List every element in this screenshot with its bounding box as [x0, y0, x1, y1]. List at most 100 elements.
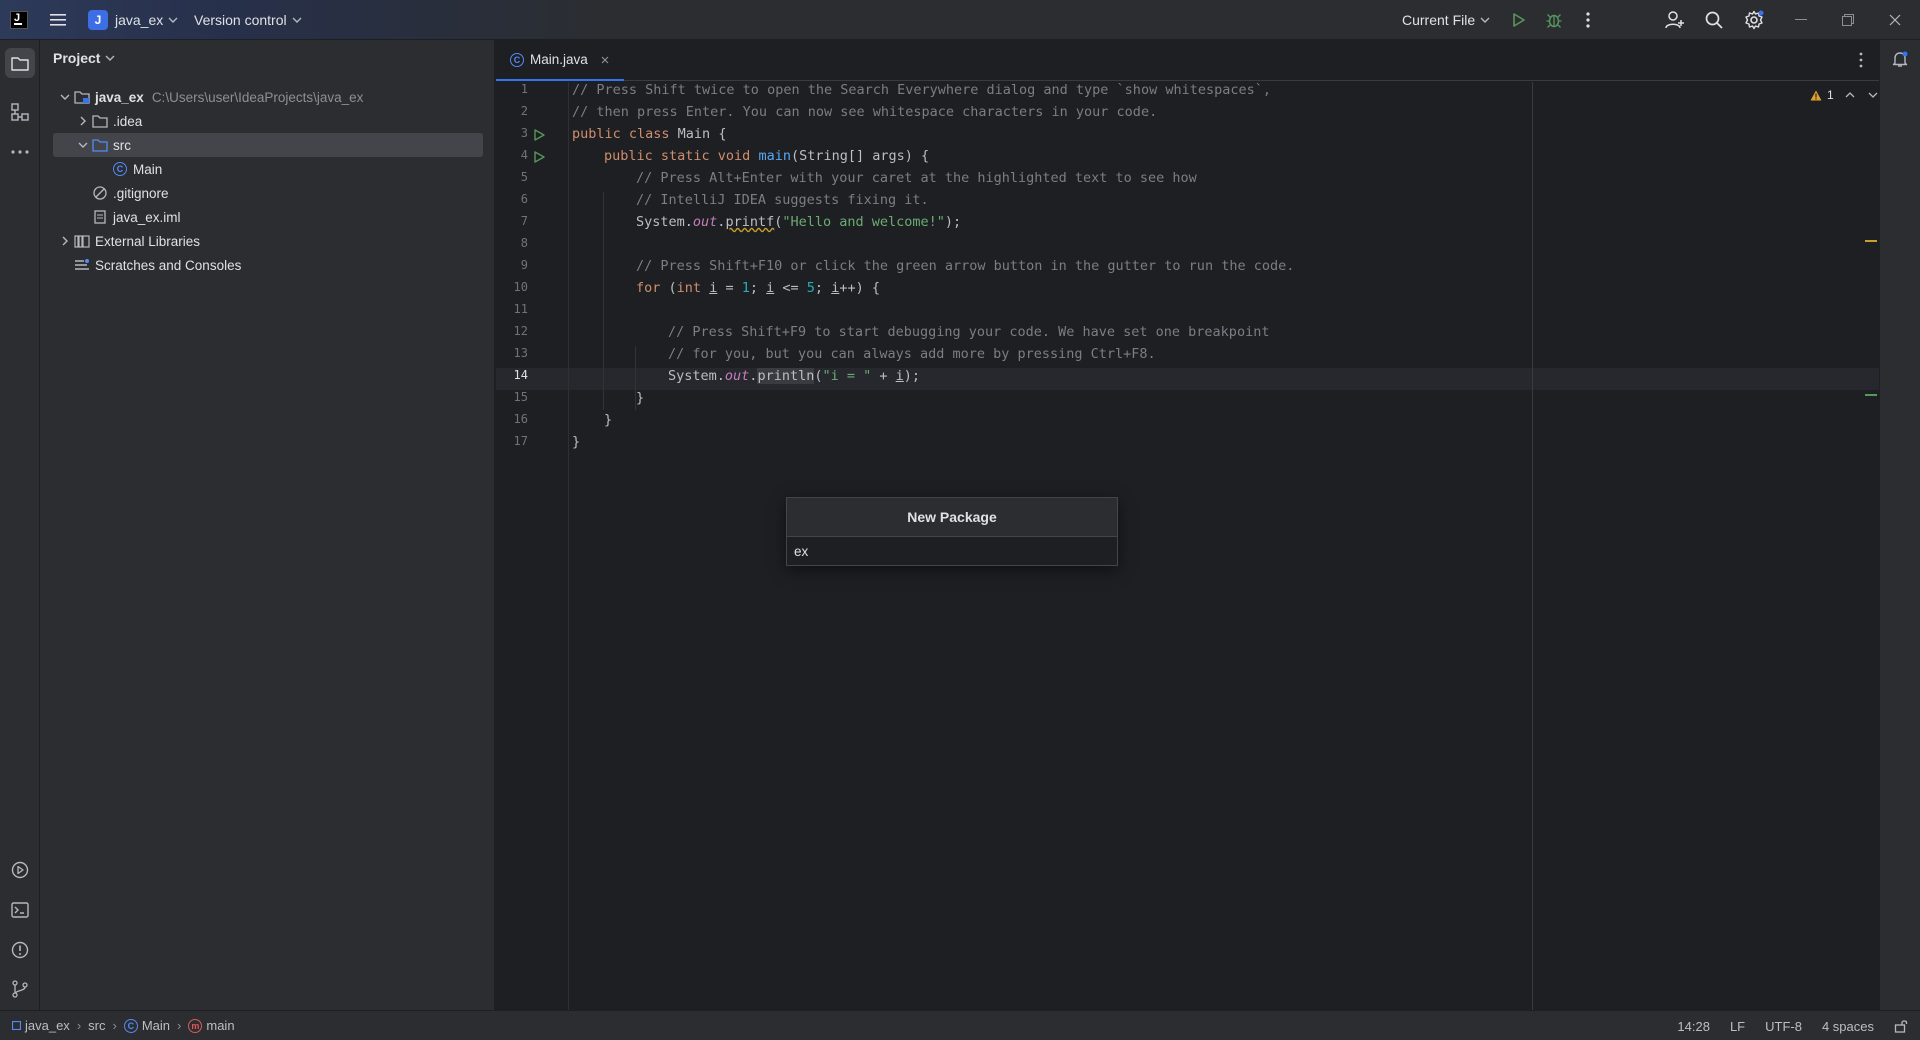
indent-setting[interactable]: 4 spaces — [1822, 1019, 1874, 1034]
chevron-down-icon — [168, 17, 178, 23]
iml-file-icon — [91, 210, 109, 224]
tree-label: External Libraries — [95, 233, 201, 249]
restore-window-icon[interactable] — [1842, 0, 1854, 40]
breadcrumb-method[interactable]: m main — [188, 1018, 235, 1033]
lock-open-icon[interactable] — [1894, 1019, 1908, 1033]
close-tab-icon[interactable] — [600, 55, 610, 65]
change-stripe-marker[interactable] — [1865, 394, 1877, 396]
breadcrumb-src[interactable]: src — [88, 1018, 105, 1033]
line-number: 3 — [520, 126, 528, 140]
line-number: 2 — [520, 104, 528, 118]
structure-tool-button[interactable] — [5, 97, 35, 127]
code-line-4: public static void main(String[] args) { — [604, 148, 930, 164]
method-icon: m — [188, 1018, 203, 1033]
breadcrumb-class[interactable]: C Main — [123, 1018, 170, 1033]
source-folder-icon — [91, 138, 109, 152]
tree-label: Scratches and Consoles — [95, 257, 242, 273]
problems-tool-button[interactable] — [5, 935, 35, 965]
tab-label: Main.java — [530, 52, 588, 67]
project-tool-button[interactable] — [5, 48, 35, 78]
warning-icon — [1810, 90, 1822, 100]
caret-position[interactable]: 14:28 — [1677, 1019, 1710, 1034]
code-line-10: for (int i = 1; i <= 5; i++) { — [636, 280, 880, 296]
intellij-logo-icon[interactable]: J — [10, 0, 28, 40]
tree-item-main[interactable]: C Main — [53, 157, 495, 181]
line-number: 8 — [520, 236, 528, 250]
more-tools-button[interactable] — [5, 137, 35, 167]
tree-label: java_ex — [95, 89, 144, 105]
line-number: 7 — [520, 214, 528, 228]
project-view-selector[interactable]: Project — [53, 50, 115, 66]
version-control-menu[interactable]: Version control — [194, 0, 302, 40]
code-line-15: } — [636, 390, 645, 406]
line-number: 6 — [520, 192, 528, 206]
warning-count: 1 — [1827, 88, 1834, 102]
code-line-2: // then press Enter. You can now see whi… — [572, 104, 1158, 120]
breadcrumb-separator: › — [177, 1018, 182, 1033]
more-actions-icon[interactable] — [1586, 0, 1590, 40]
tree-label: Main — [133, 161, 163, 177]
right-margin-guide — [1532, 82, 1533, 1010]
debug-icon[interactable] — [1545, 0, 1563, 40]
line-number: 5 — [520, 170, 528, 184]
package-name-input[interactable] — [787, 537, 1117, 565]
chevron-down-icon[interactable] — [75, 142, 91, 148]
terminal-icon — [11, 902, 29, 918]
git-tool-button[interactable] — [5, 974, 35, 1004]
tree-item-iml[interactable]: java_ex.iml — [53, 205, 495, 229]
tree-label: .gitignore — [113, 185, 169, 201]
tree-item-gitignore[interactable]: .gitignore — [53, 181, 495, 205]
line-number-current: 14 — [513, 368, 528, 382]
code-with-me-icon[interactable] — [1665, 0, 1685, 40]
tree-item-idea[interactable]: .idea — [53, 109, 495, 133]
tree-item-scratches[interactable]: Scratches and Consoles — [53, 253, 495, 277]
terminal-tool-button[interactable] — [5, 895, 35, 925]
run-gutter-icon[interactable] — [533, 151, 545, 163]
warning-stripe-marker[interactable] — [1865, 240, 1877, 242]
chevron-up-icon[interactable] — [1845, 92, 1855, 98]
java-class-icon: C — [111, 162, 129, 176]
structure-icon — [11, 103, 29, 121]
ellipsis-icon — [11, 150, 29, 154]
main-menu-icon[interactable] — [50, 0, 68, 40]
chevron-down-icon[interactable] — [57, 94, 73, 100]
chevron-right-icon[interactable] — [57, 236, 73, 246]
line-number-gutter[interactable]: 1 2 3 4 5 6 7 8 9 10 11 12 13 14 15 16 1… — [496, 82, 569, 1010]
line-number: 4 — [520, 148, 528, 162]
line-separator[interactable]: LF — [1730, 1019, 1745, 1034]
tree-item-java-ex[interactable]: java_ex C:\Users\user\IdeaProjects\java_… — [53, 85, 495, 109]
problems-icon — [11, 941, 29, 959]
code-line-5: // Press Alt+Enter with your caret at th… — [636, 170, 1197, 186]
tree-item-src[interactable]: src — [53, 133, 483, 157]
line-number: 16 — [513, 412, 528, 426]
run-config-label: Current File — [1402, 12, 1476, 28]
breadcrumb-project[interactable]: java_ex — [12, 1018, 70, 1033]
code-line-12: // Press Shift+F9 to start debugging you… — [668, 324, 1270, 340]
tab-main-java[interactable]: C Main.java — [496, 40, 624, 81]
minimize-window-icon[interactable] — [1795, 0, 1807, 40]
search-icon[interactable] — [1705, 0, 1723, 40]
tab-options-icon[interactable] — [1859, 52, 1863, 68]
file-encoding[interactable]: UTF-8 — [1765, 1019, 1802, 1034]
chevron-down-icon[interactable] — [1868, 92, 1878, 98]
chevron-right-icon[interactable] — [75, 116, 91, 126]
line-number: 11 — [513, 302, 528, 316]
tree-item-external-libraries[interactable]: External Libraries — [53, 229, 495, 253]
run-gutter-icon[interactable] — [533, 129, 545, 141]
close-window-icon[interactable] — [1889, 0, 1901, 40]
inspection-widget[interactable]: 1 — [1810, 88, 1878, 102]
scratches-icon — [73, 258, 91, 272]
run-tool-button[interactable] — [5, 855, 35, 885]
project-switcher[interactable]: J java_ex — [88, 0, 178, 40]
right-tool-strip — [1879, 40, 1920, 1010]
run-configuration-selector[interactable]: Current File — [1402, 0, 1490, 40]
code-editor[interactable]: C Main.java 1 2 3 4 5 6 7 8 9 10 11 12 1… — [496, 40, 1879, 1010]
settings-gear-icon[interactable] — [1744, 0, 1764, 40]
line-number: 1 — [520, 82, 528, 96]
chevron-down-icon — [1480, 17, 1490, 23]
tree-label: java_ex.iml — [113, 209, 181, 225]
line-number: 13 — [513, 346, 528, 360]
run-icon[interactable] — [1511, 0, 1527, 40]
notifications-bell-icon[interactable] — [1891, 50, 1909, 68]
code-line-14: System.out.println("i = " + i); — [668, 368, 921, 384]
